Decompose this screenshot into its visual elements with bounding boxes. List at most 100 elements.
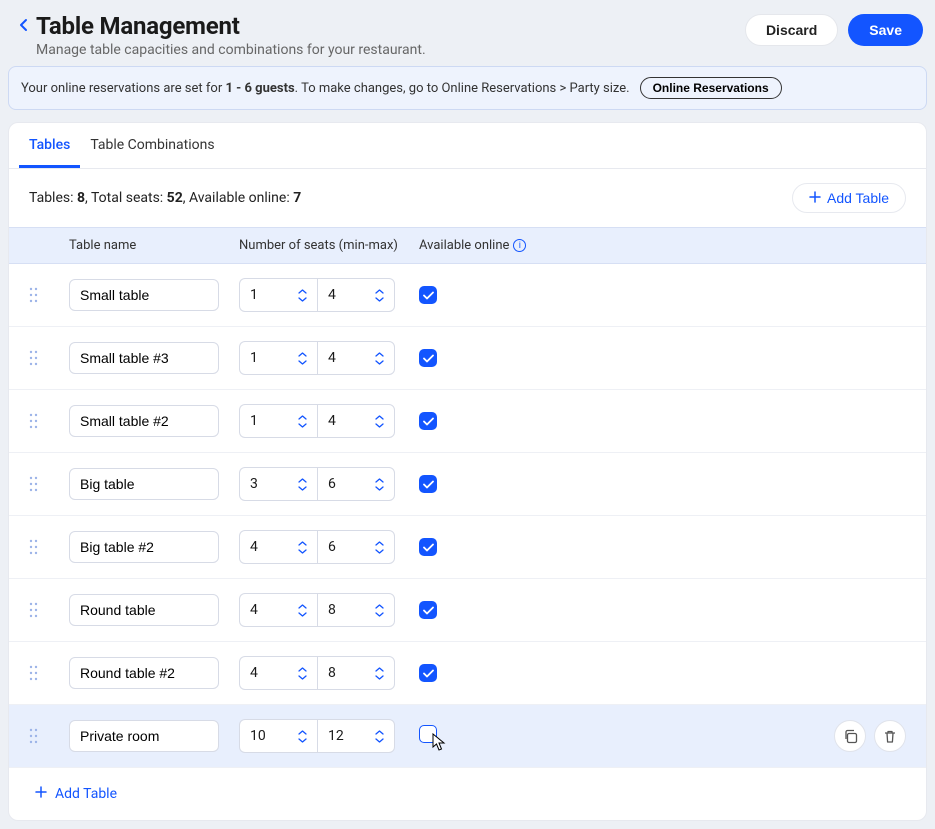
table-name-input[interactable] bbox=[69, 531, 219, 563]
page-subtitle: Manage table capacities and combinations… bbox=[36, 42, 745, 58]
save-button[interactable]: Save bbox=[848, 14, 923, 46]
max-seats-stepper[interactable]: 12 bbox=[317, 719, 395, 753]
stepper-down-icon[interactable] bbox=[375, 486, 384, 491]
plus-icon bbox=[809, 190, 821, 206]
stepper-up-icon[interactable] bbox=[298, 415, 307, 420]
min-seats-stepper[interactable]: 4 bbox=[239, 530, 317, 564]
min-seats-stepper[interactable]: 4 bbox=[239, 656, 317, 690]
stepper-up-icon[interactable] bbox=[298, 541, 307, 546]
stepper-up-icon[interactable] bbox=[375, 289, 384, 294]
page-title: Table Management bbox=[36, 12, 745, 40]
min-seats-value: 4 bbox=[250, 602, 298, 618]
info-banner: Your online reservations are set for 1 -… bbox=[8, 66, 927, 110]
table-name-input[interactable] bbox=[69, 279, 219, 311]
drag-handle-icon[interactable] bbox=[29, 602, 43, 618]
available-online-checkbox[interactable] bbox=[419, 664, 437, 682]
min-seats-stepper[interactable]: 3 bbox=[239, 467, 317, 501]
stepper-down-icon[interactable] bbox=[375, 423, 384, 428]
stepper-down-icon[interactable] bbox=[375, 612, 384, 617]
table-name-input[interactable] bbox=[69, 657, 219, 689]
max-seats-stepper[interactable]: 4 bbox=[317, 278, 395, 312]
table-name-input[interactable] bbox=[69, 468, 219, 500]
stepper-up-icon[interactable] bbox=[298, 478, 307, 483]
available-online-checkbox[interactable] bbox=[419, 538, 437, 556]
max-seats-value: 6 bbox=[328, 476, 375, 492]
available-online-checkbox[interactable] bbox=[419, 349, 437, 367]
duplicate-button[interactable] bbox=[834, 720, 866, 752]
stepper-up-icon[interactable] bbox=[375, 730, 384, 735]
max-seats-stepper[interactable]: 4 bbox=[317, 404, 395, 438]
table-row: 46 bbox=[9, 516, 926, 579]
stepper-up-icon[interactable] bbox=[298, 352, 307, 357]
drag-handle-icon[interactable] bbox=[29, 413, 43, 429]
min-seats-value: 10 bbox=[250, 728, 298, 744]
max-seats-value: 4 bbox=[328, 413, 375, 429]
drag-handle-icon[interactable] bbox=[29, 539, 43, 555]
discard-button[interactable]: Discard bbox=[745, 14, 838, 46]
tab-tables[interactable]: Tables bbox=[19, 123, 80, 168]
available-online-checkbox[interactable] bbox=[419, 286, 437, 304]
stepper-up-icon[interactable] bbox=[375, 415, 384, 420]
stepper-up-icon[interactable] bbox=[375, 667, 384, 672]
add-table-button-bottom[interactable]: Add Table bbox=[9, 768, 143, 820]
table-row: 14 bbox=[9, 327, 926, 390]
stepper-down-icon[interactable] bbox=[298, 549, 307, 554]
stepper-up-icon[interactable] bbox=[375, 352, 384, 357]
stepper-down-icon[interactable] bbox=[375, 297, 384, 302]
stepper-down-icon[interactable] bbox=[298, 360, 307, 365]
stepper-up-icon[interactable] bbox=[298, 667, 307, 672]
min-seats-value: 1 bbox=[250, 413, 298, 429]
min-seats-stepper[interactable]: 1 bbox=[239, 341, 317, 375]
info-icon[interactable]: i bbox=[513, 239, 526, 252]
max-seats-stepper[interactable]: 4 bbox=[317, 341, 395, 375]
stepper-up-icon[interactable] bbox=[375, 478, 384, 483]
drag-handle-icon[interactable] bbox=[29, 350, 43, 366]
max-seats-value: 4 bbox=[328, 287, 375, 303]
add-table-button-top[interactable]: Add Table bbox=[792, 183, 906, 213]
table-row: 14 bbox=[9, 264, 926, 327]
stepper-down-icon[interactable] bbox=[298, 423, 307, 428]
stepper-up-icon[interactable] bbox=[298, 730, 307, 735]
table-row: 48 bbox=[9, 579, 926, 642]
max-seats-stepper[interactable]: 8 bbox=[317, 656, 395, 690]
plus-icon bbox=[35, 786, 47, 802]
stepper-down-icon[interactable] bbox=[298, 486, 307, 491]
available-online-checkbox[interactable] bbox=[419, 412, 437, 430]
stepper-down-icon[interactable] bbox=[298, 738, 307, 743]
stepper-down-icon[interactable] bbox=[375, 549, 384, 554]
table-name-input[interactable] bbox=[69, 594, 219, 626]
tab-combinations[interactable]: Table Combinations bbox=[80, 123, 224, 168]
stepper-up-icon[interactable] bbox=[375, 604, 384, 609]
stepper-down-icon[interactable] bbox=[375, 738, 384, 743]
table-row: 48 bbox=[9, 642, 926, 705]
min-seats-stepper[interactable]: 1 bbox=[239, 278, 317, 312]
max-seats-stepper[interactable]: 6 bbox=[317, 467, 395, 501]
min-seats-stepper[interactable]: 1 bbox=[239, 404, 317, 438]
available-online-checkbox[interactable] bbox=[419, 601, 437, 619]
online-reservations-link[interactable]: Online Reservations bbox=[640, 77, 782, 99]
drag-handle-icon[interactable] bbox=[29, 287, 43, 303]
delete-button[interactable] bbox=[874, 720, 906, 752]
max-seats-stepper[interactable]: 8 bbox=[317, 593, 395, 627]
drag-handle-icon[interactable] bbox=[29, 476, 43, 492]
table-name-input[interactable] bbox=[69, 720, 219, 752]
stepper-down-icon[interactable] bbox=[298, 675, 307, 680]
max-seats-stepper[interactable]: 6 bbox=[317, 530, 395, 564]
stepper-down-icon[interactable] bbox=[375, 675, 384, 680]
stepper-down-icon[interactable] bbox=[375, 360, 384, 365]
min-seats-value: 3 bbox=[250, 476, 298, 492]
stepper-up-icon[interactable] bbox=[298, 604, 307, 609]
stepper-down-icon[interactable] bbox=[298, 297, 307, 302]
available-online-checkbox[interactable] bbox=[419, 725, 437, 743]
drag-handle-icon[interactable] bbox=[29, 665, 43, 681]
stepper-up-icon[interactable] bbox=[375, 541, 384, 546]
stepper-up-icon[interactable] bbox=[298, 289, 307, 294]
drag-handle-icon[interactable] bbox=[29, 728, 43, 744]
available-online-checkbox[interactable] bbox=[419, 475, 437, 493]
stepper-down-icon[interactable] bbox=[298, 612, 307, 617]
table-name-input[interactable] bbox=[69, 405, 219, 437]
table-name-input[interactable] bbox=[69, 342, 219, 374]
back-button[interactable] bbox=[12, 12, 36, 32]
min-seats-stepper[interactable]: 10 bbox=[239, 719, 317, 753]
min-seats-stepper[interactable]: 4 bbox=[239, 593, 317, 627]
